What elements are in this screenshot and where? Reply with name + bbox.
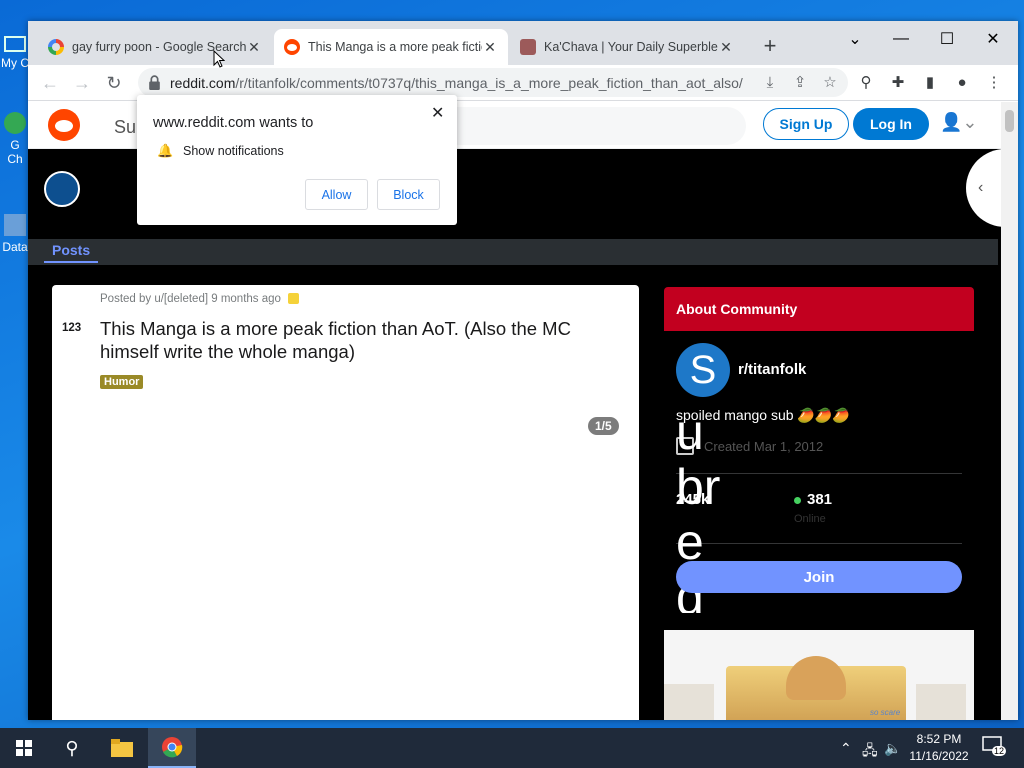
minimize-icon[interactable]: — [878,25,924,53]
desktop-icon-chrome[interactable]: G Ch [0,112,30,166]
share-icon[interactable]: ⇪ [791,74,809,92]
subreddit-nav: Posts [28,239,998,265]
tab-title: This Manga is a more peak fiction [308,40,482,54]
desktop-icon-label: My C [1,56,29,70]
window-close-icon[interactable]: ✕ [970,25,1016,53]
file-explorer-icon[interactable] [98,728,146,768]
close-icon[interactable]: ✕ [431,103,444,123]
profile-icon[interactable]: ● [952,73,972,93]
reddit-logo-icon[interactable] [48,109,80,141]
signup-button[interactable]: Sign Up [763,108,849,140]
post-title[interactable]: This Manga is a more peak fiction than A… [100,317,630,363]
search-input[interactable] [428,107,746,145]
close-icon[interactable]: ✕ [246,39,262,56]
back-icon[interactable]: ← [36,69,64,97]
tab-kachava[interactable]: Ka'Chava | Your Daily Superblend ✕ [510,29,744,65]
reload-icon[interactable]: ↻ [100,69,128,97]
join-button[interactable]: Join [676,561,962,593]
taskbar: ⚲ ⌃ 🖧 🔈 8:52 PM 11/16/2022 12 [0,728,1024,768]
post-meta-text: Posted by u/[deleted] 9 months ago [100,293,281,305]
tab-search-icon[interactable]: ⌄ [832,25,878,53]
start-icon[interactable] [0,728,48,768]
online-count-value: 381 [807,491,833,508]
scroll-thumb[interactable] [1005,110,1014,132]
menu-icon[interactable]: ⋮ [984,73,1004,93]
about-community: About Community S r/titanfolk spoiled ma… [664,287,974,613]
clock-time: 8:52 PM [916,732,962,746]
lock-icon[interactable] [146,74,163,91]
close-icon[interactable]: ✕ [482,39,498,56]
desktop-icon-mycomputer[interactable]: My C [0,36,30,70]
clock-date: 11/16/2022 [909,749,969,763]
tab-reddit[interactable]: This Manga is a more peak fiction ✕ [274,29,508,65]
login-button[interactable]: Log In [853,108,929,140]
bell-icon: 🔔 [157,143,174,158]
post-flair[interactable]: Humor [100,375,144,389]
mouse-cursor-icon [213,50,225,68]
online-count: 381 [794,491,832,508]
url-host: reddit.com [170,74,236,91]
promo-image [664,684,714,720]
notification-count: 12 [992,746,1007,756]
online-label: Online [794,513,826,525]
url-path: /r/titanfolk/comments/t0737q/this_manga_… [235,74,743,91]
close-icon[interactable]: ✕ [718,39,734,56]
gallery-counter: 1/5 [588,417,619,435]
promo-image [916,684,966,720]
extensions-icon[interactable]: ✚ [888,73,908,93]
tray-chevron-icon[interactable]: ⌃ [840,740,852,757]
post-meta: Posted by u/[deleted] 9 months ago [100,293,300,305]
allow-button[interactable]: Allow [305,179,368,210]
network-icon[interactable]: 🖧 [862,740,878,764]
clock[interactable]: 8:52 PM 11/16/2022 [904,731,974,765]
kachava-icon [520,39,536,55]
doge-image [786,656,846,700]
page-scrollbar[interactable] [1001,102,1018,720]
promo-card[interactable]: so scare [664,630,974,720]
notification-permission-popup: www.reddit.com wants to ✕ 🔔 Show notific… [137,95,457,225]
about-header: About Community [664,287,974,331]
desktop-icon-data[interactable]: Data [0,214,30,254]
volume-icon[interactable]: 🔈 [884,740,901,757]
side-panel-icon[interactable]: ▮ [920,73,940,93]
permission-text: Show notifications [183,144,284,158]
location-pin-icon[interactable]: ⚲ [856,73,876,93]
online-dot-icon [794,496,801,504]
chrome-taskbar-icon[interactable] [148,728,196,768]
google-icon [48,39,64,55]
bookmark-star-icon[interactable]: ☆ [821,74,839,92]
install-icon[interactable]: ⤓ [761,74,779,92]
tab-posts[interactable]: Posts [44,242,99,263]
tab-google-search[interactable]: gay furry poon - Google Search ✕ [38,29,272,65]
vote-count: 123 [62,322,82,334]
maximize-icon[interactable]: ☐ [924,25,970,53]
promo-text: so scare [870,708,901,717]
new-tab-icon[interactable]: + [758,33,782,59]
community-name[interactable]: r/titanfolk [738,361,806,378]
award-icon [288,293,300,305]
tab-strip: gay furry poon - Google Search ✕ This Ma… [28,21,1018,65]
broken-logo-text: Su [114,117,137,137]
popup-title: www.reddit.com wants to [153,115,314,131]
user-menu-icon[interactable]: 👤⌄ [940,112,978,133]
search-icon[interactable]: ⚲ [48,728,96,768]
desktop-icon-label: Data [2,240,28,254]
block-button[interactable]: Block [377,179,440,210]
notification-center-icon[interactable]: 12 [982,736,1007,758]
community-avatar: S [676,343,730,397]
post-card[interactable]: Posted by u/[deleted] 9 months ago 123 T… [52,285,639,720]
desktop-icon-label: G Ch [7,138,23,166]
tab-title: Ka'Chava | Your Daily Superblend [544,40,718,54]
address-bar[interactable]: reddit.com/r/titanfolk/comments/t0737q/t… [138,68,848,97]
forward-icon[interactable]: → [68,69,96,97]
subreddit-icon [44,171,80,207]
reddit-icon [284,39,300,55]
